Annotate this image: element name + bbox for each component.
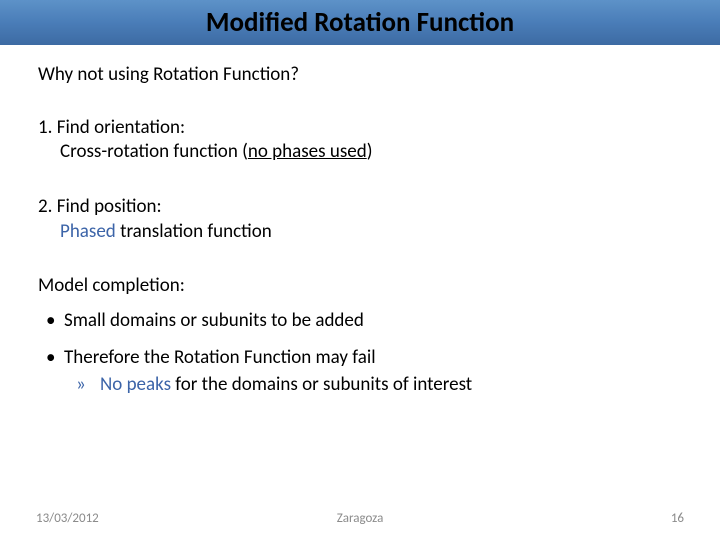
step-1-body-post: ) [367,140,373,163]
list-item: Small domains or subunits to be added [64,309,682,334]
step-2-phased: Phased [60,220,116,243]
list-item: No peaks for the domains or subunits of … [100,373,682,398]
list-item: Therefore the Rotation Function may fail… [64,346,682,397]
slide-content: Why not using Rotation Function? 1. Find… [0,45,720,397]
step-1-body: Cross-rotation function (no phases used) [38,140,682,165]
model-completion-heading: Model completion: [38,274,682,299]
footer: 13/03/2012 Zaragoza 16 [0,511,720,526]
step-2-body: Phased translation function [38,220,682,245]
step-2-rest: translation function [116,220,272,243]
sub-colored: No peaks [100,373,171,396]
question-line: Why not using Rotation Function? [38,63,682,88]
step-2: 2. Find position: Phased translation fun… [38,195,682,244]
sub-rest: for the domains or subunits of interest [171,373,472,396]
footer-page: 16 [671,511,684,526]
step-1: 1. Find orientation: Cross-rotation func… [38,116,682,165]
step-2-heading: 2. Find position: [38,195,682,220]
step-1-body-pre: Cross-rotation function ( [60,140,248,163]
step-1-body-underline: no phases used [248,140,367,163]
footer-date: 13/03/2012 [36,511,99,526]
bullet-2-text: Therefore the Rotation Function may fail [64,346,376,369]
sub-bullets: No peaks for the domains or subunits of … [64,373,682,398]
title-bar: Modified Rotation Function [0,0,720,45]
footer-location: Zaragoza [337,511,384,526]
step-1-heading: 1. Find orientation: [38,116,682,141]
model-completion-bullets: Small domains or subunits to be added Th… [38,309,682,397]
slide-title: Modified Rotation Function [206,6,514,39]
